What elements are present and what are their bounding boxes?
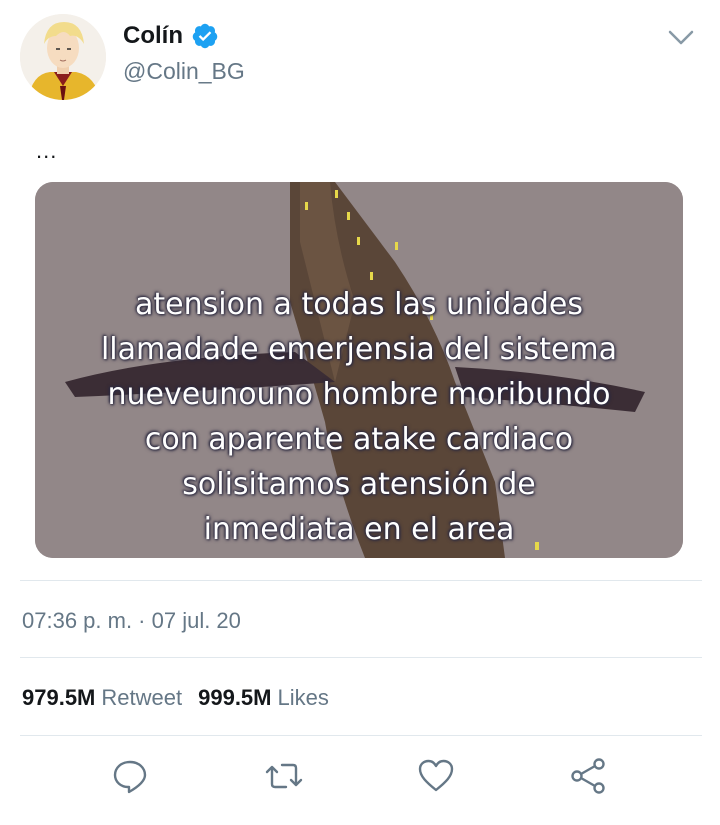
share-icon[interactable] bbox=[568, 756, 608, 796]
user-handle[interactable]: @Colin_BG bbox=[123, 58, 245, 85]
verified-badge-icon bbox=[191, 22, 219, 50]
like-label[interactable]: Likes bbox=[278, 685, 329, 711]
tweet-header: Colín @Colin_BG bbox=[0, 0, 720, 130]
divider bbox=[20, 657, 702, 658]
divider bbox=[20, 580, 702, 581]
retweet-label[interactable]: Retweet bbox=[101, 685, 182, 711]
image-caption: atension a todas las unidades llamadade … bbox=[35, 282, 683, 552]
caption-line: atension a todas las unidades bbox=[135, 287, 583, 322]
tweet-stats: 979.5M Retweet 999.5M Likes bbox=[22, 685, 329, 711]
caption-line: nueveunouno hombre moribundo bbox=[107, 377, 611, 412]
tweet-image[interactable]: atension a todas las unidades llamadade … bbox=[35, 182, 683, 558]
action-bar bbox=[0, 752, 720, 807]
display-name[interactable]: Colín bbox=[123, 22, 183, 50]
chevron-down-icon[interactable] bbox=[666, 26, 696, 50]
caption-line: inmediata en el area bbox=[203, 512, 515, 547]
divider bbox=[20, 735, 702, 736]
tweet-text: ... bbox=[36, 138, 58, 163]
caption-line: con aparente atake cardiaco bbox=[144, 422, 574, 457]
heart-icon[interactable] bbox=[416, 756, 456, 796]
retweet-icon[interactable] bbox=[264, 756, 304, 796]
retweet-count[interactable]: 979.5M bbox=[22, 685, 95, 711]
caption-line: llamadade emerjensia del sistema bbox=[100, 332, 618, 367]
avatar[interactable] bbox=[20, 14, 106, 100]
tweet-timestamp[interactable]: 07:36 p. m. · 07 jul. 20 bbox=[22, 608, 241, 634]
reply-icon[interactable] bbox=[110, 756, 150, 796]
name-row: Colín bbox=[123, 22, 219, 50]
caption-line: solisitamos atensión de bbox=[182, 467, 536, 502]
like-count[interactable]: 999.5M bbox=[198, 685, 271, 711]
